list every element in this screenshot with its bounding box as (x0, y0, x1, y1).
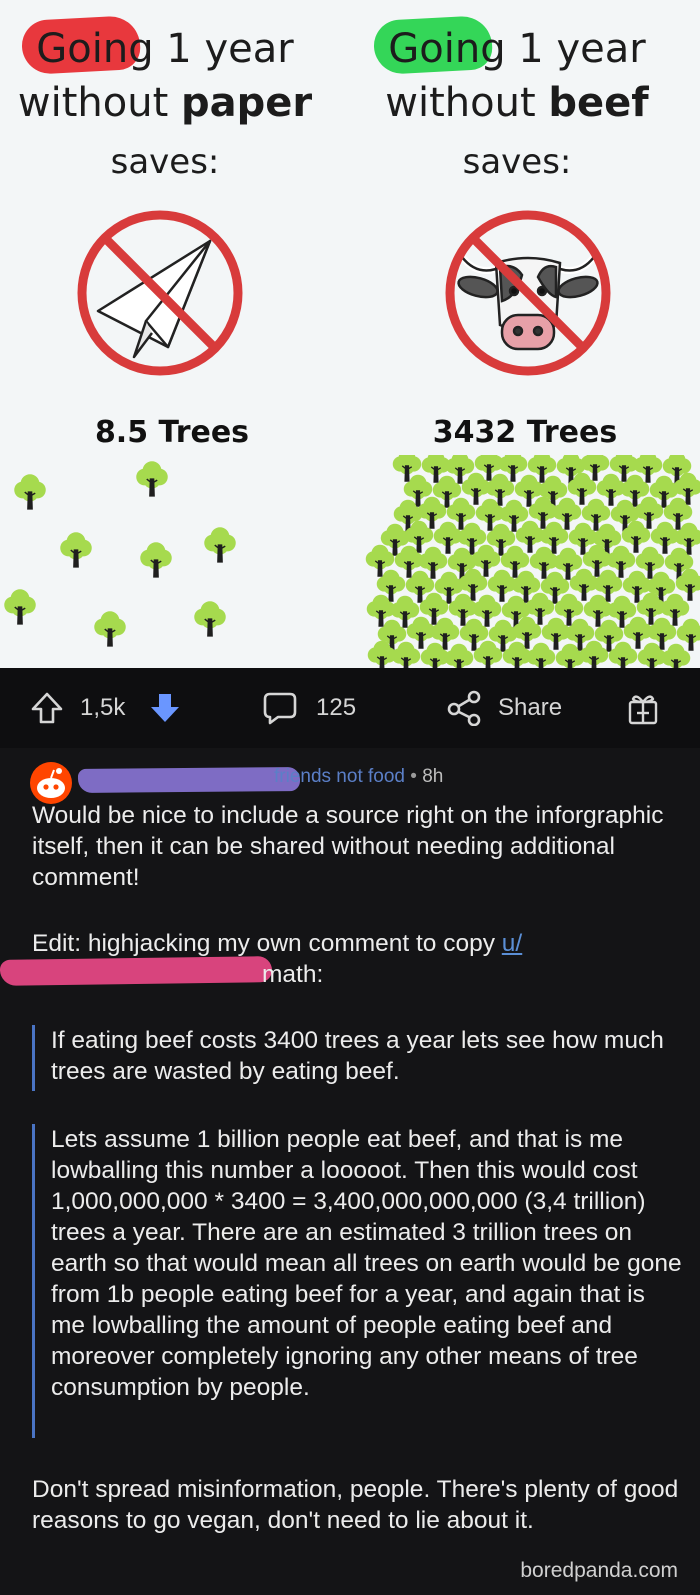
quote-text: Lets assume 1 billion people eat beef, a… (51, 1126, 682, 1401)
no-paper-icon (72, 205, 248, 381)
watermark: boredpanda.com (520, 1559, 678, 1582)
saves-label: saves: (110, 142, 220, 182)
tree-icon (14, 474, 46, 510)
saves-label: saves: (462, 142, 572, 182)
snoo-avatar-icon (37, 768, 65, 798)
downvote-button[interactable] (148, 690, 182, 726)
no-beef-icon (440, 205, 616, 381)
quote-text: If eating beef costs 3400 trees a year l… (51, 1027, 664, 1085)
edit-suffix: math: (262, 961, 324, 988)
paper-column: Going 1 year without paper saves: 8.5 Tr… (0, 0, 350, 668)
beef-trees (350, 448, 700, 668)
tree-icon (579, 640, 609, 668)
gift-award-icon[interactable] (626, 690, 660, 726)
user-link[interactable]: u/ (502, 930, 522, 957)
comments-button[interactable] (262, 690, 298, 726)
award-button[interactable] (626, 690, 660, 726)
beef-headline: Going 1 year without beef (342, 14, 692, 130)
tree-icon (4, 589, 36, 625)
tree-icon (473, 640, 503, 668)
going-highlight: Going (372, 14, 506, 76)
paper-trees (0, 455, 350, 668)
share-label[interactable]: Share (498, 694, 562, 722)
upvote-button[interactable] (30, 690, 64, 726)
infographic-image: Going 1 year without paper saves: 8.5 Tr… (0, 0, 700, 668)
user-flair: friends not food • 8h (274, 766, 444, 787)
upvote-arrow-icon[interactable] (30, 691, 64, 725)
comment-conclusion: Don't spread misinformation, people. The… (32, 1476, 679, 1534)
quote-block: Lets assume 1 billion people eat beef, a… (32, 1124, 682, 1438)
vote-count: 1,5k (80, 694, 126, 721)
share-icon[interactable] (446, 690, 484, 726)
comment-bubble-icon[interactable] (262, 690, 298, 726)
comment-edit-line: Edit: highjacking my own comment to copy… (32, 930, 523, 957)
paper-plane-icon (96, 239, 212, 359)
post-action-bar: 1,5k 125 Share (0, 668, 700, 748)
beef-column: Going 1 year without beef saves: 3432 Tr… (350, 0, 700, 668)
tree-icon (526, 642, 556, 668)
comment-meta: friends not food • 8h (30, 758, 670, 804)
quote-block: If eating beef costs 3400 trees a year l… (32, 1025, 682, 1091)
redacted-username (77, 767, 301, 793)
flair-text: friends not food (274, 766, 405, 787)
tree-icon (608, 641, 638, 668)
comment-paragraph: Would be nice to include a source right … (32, 802, 664, 891)
tree-icon (204, 527, 236, 563)
comment: friends not food • 8h Would be nice to i… (0, 748, 700, 1595)
redacted-username (0, 956, 273, 986)
paper-trees-label: 8.5 Trees (94, 415, 250, 450)
tree-icon (136, 461, 168, 497)
tree-icon (444, 643, 474, 668)
beef-trees-label: 3432 Trees (432, 415, 618, 450)
comment-count: 125 (316, 694, 357, 721)
paper-headline: Going 1 year without paper (0, 14, 340, 130)
tree-icon (140, 542, 172, 578)
share-button[interactable]: Share (446, 690, 562, 726)
comment-time: 8h (422, 766, 444, 787)
downvote-arrow-icon[interactable] (148, 691, 182, 725)
tree-icon (194, 601, 226, 637)
going-highlight: Going (20, 14, 154, 76)
cow-icon (457, 254, 599, 351)
avatar[interactable] (30, 762, 72, 804)
tree-icon (661, 643, 691, 668)
tree-icon (60, 532, 92, 568)
tree-icon (391, 641, 421, 668)
tree-icon (94, 611, 126, 647)
